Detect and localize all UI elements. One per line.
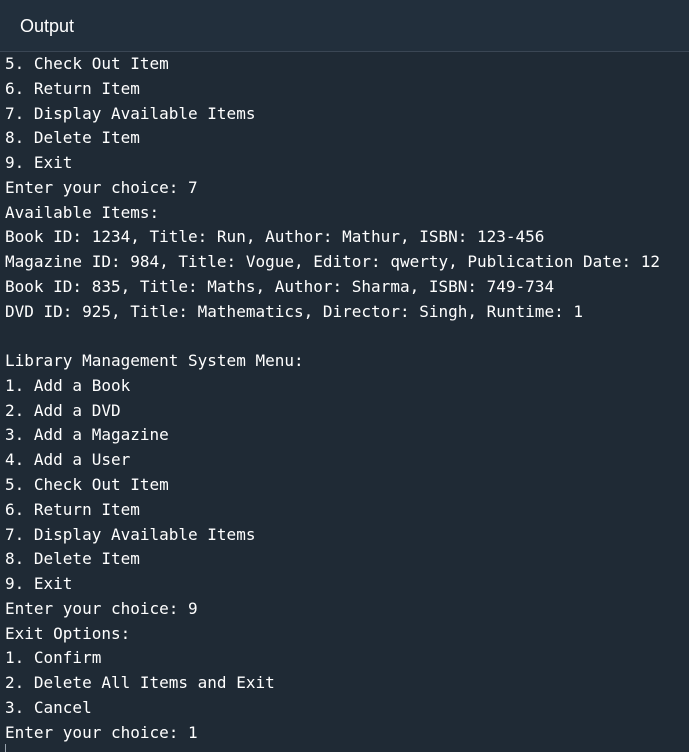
console-line: 2. Delete All Items and Exit (5, 673, 275, 692)
console-line: 2. Add a DVD (5, 400, 121, 420)
console-line: 6. Return Item (5, 78, 140, 98)
output-title: Output (20, 16, 75, 36)
console-line: DVD ID: 925, Title: Mathematics, Directo… (5, 301, 583, 321)
console-line: 7. Display Available Items (5, 103, 256, 123)
console-line: 5. Check Out Item (5, 54, 169, 73)
console-line: 6. Return Item (5, 499, 140, 519)
console-line: Exit Options: (5, 623, 131, 643)
console-line: 5. Check Out Item (5, 474, 169, 494)
console-line: Library Management System Menu: (5, 351, 304, 371)
console-line: Enter your choice: 1 (5, 722, 198, 742)
console-line: Enter your choice: 9 (5, 598, 198, 618)
output-console[interactable]: 5. Check Out Item 6. Return Item 7. Disp… (0, 52, 689, 752)
console-line: Enter your choice: 7 (5, 177, 198, 197)
console-line: 7. Display Available Items (5, 524, 256, 544)
console-line: 9. Exit (5, 153, 73, 172)
console-line: Book ID: 1234, Title: Run, Author: Mathu… (5, 227, 545, 247)
console-line: 8. Delete Item (5, 549, 140, 569)
console-line: Magazine ID: 984, Title: Vogue, Editor: … (5, 252, 661, 272)
console-line: 8. Delete Item (5, 128, 140, 148)
input-cursor (5, 744, 6, 752)
console-line: Available Items: (5, 202, 160, 222)
console-line: 3. Add a Magazine (5, 425, 169, 445)
console-line: 1. Confirm (5, 648, 102, 668)
console-line: Book ID: 835, Title: Maths, Author: Shar… (5, 276, 555, 296)
console-line: 4. Add a User (5, 450, 131, 470)
console-line: 3. Cancel (5, 697, 92, 717)
console-line: 1. Add a Book (5, 375, 131, 395)
output-panel-header: Output (0, 0, 689, 52)
console-line: 9. Exit (5, 574, 73, 593)
